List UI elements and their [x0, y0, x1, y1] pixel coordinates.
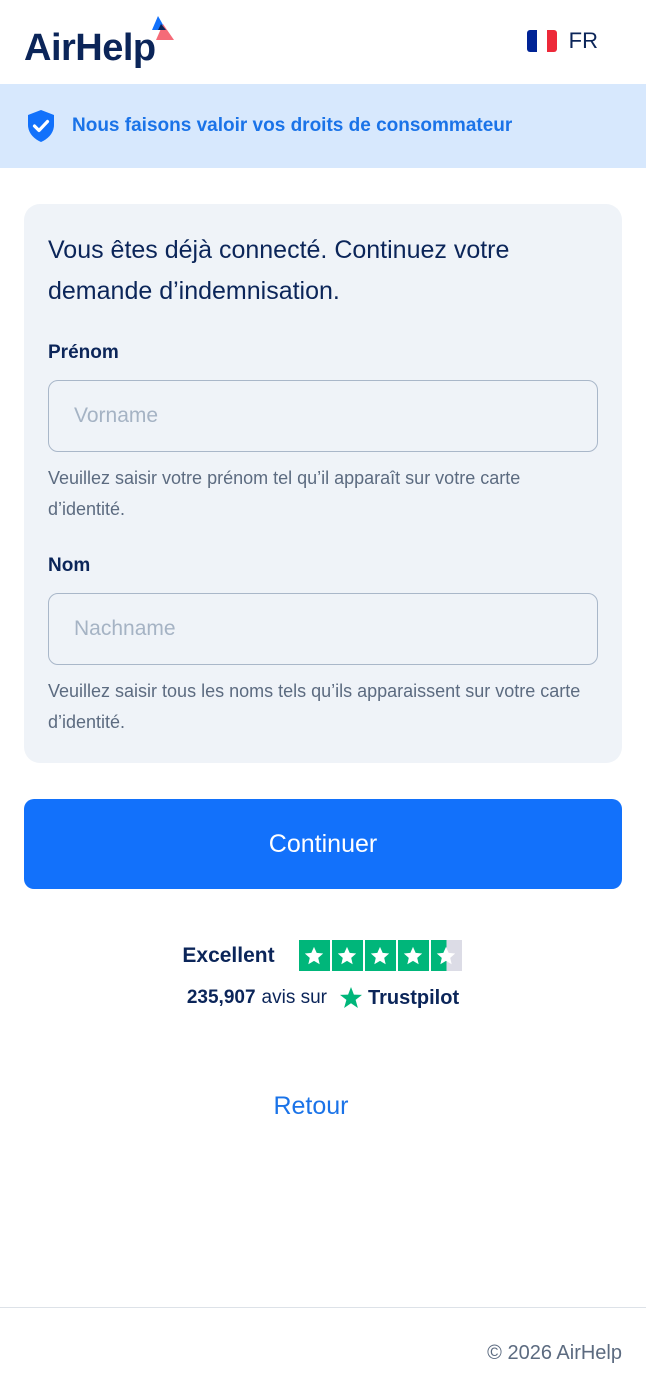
- review-count: 235,907: [186, 987, 256, 1008]
- trustpilot-star-icon: [340, 987, 363, 1008]
- footer-copyright: © 2026 AirHelp: [487, 1342, 622, 1364]
- footer-divider: [0, 1307, 646, 1308]
- trustpilot-brand: Trustpilot: [368, 986, 460, 1009]
- header: AirHelp FR: [0, 0, 646, 84]
- last-name-label: Nom: [48, 555, 91, 576]
- trustpilot-reviews[interactable]: 235,907 avis sur Trustpilot: [0, 986, 646, 1010]
- trustpilot-rating-label: Excellent: [182, 943, 275, 967]
- half-star-icon: [430, 940, 462, 971]
- star-icon: [298, 940, 330, 971]
- first-name-input[interactable]: [48, 380, 598, 452]
- first-name-label: Prénom: [48, 342, 119, 363]
- first-name-hint: Veuillez saisir votre prénom tel qu’il a…: [48, 468, 521, 519]
- language-selector[interactable]: FR: [526, 28, 598, 54]
- star-icon: [331, 940, 363, 971]
- last-name-hint: Veuillez saisir tous les noms tels qu’il…: [48, 681, 581, 732]
- name-form-card: Vous êtes déjà connecté. Continuez votre…: [24, 204, 622, 763]
- banner-text: Nous faisons valoir vos droits de consom…: [72, 115, 513, 136]
- trustpilot-rating[interactable]: Excellent: [0, 940, 646, 971]
- continue-button[interactable]: Continuer: [24, 799, 622, 889]
- logo-mark-icon: [152, 16, 174, 40]
- france-flag-icon: [526, 30, 557, 52]
- reviews-text: avis sur: [261, 987, 328, 1008]
- trustpilot-stars: [298, 940, 464, 971]
- language-code: FR: [568, 28, 598, 53]
- consumer-rights-banner: Nous faisons valoir vos droits de consom…: [0, 84, 646, 168]
- back-link[interactable]: Retour: [0, 1092, 622, 1121]
- star-icon: [397, 940, 429, 971]
- shield-check-icon: [28, 110, 54, 142]
- last-name-input[interactable]: [48, 593, 598, 665]
- airhelp-logo[interactable]: AirHelp: [24, 26, 156, 70]
- star-icon: [364, 940, 396, 971]
- form-title: Vous êtes déjà connecté. Continuez votre…: [48, 236, 510, 305]
